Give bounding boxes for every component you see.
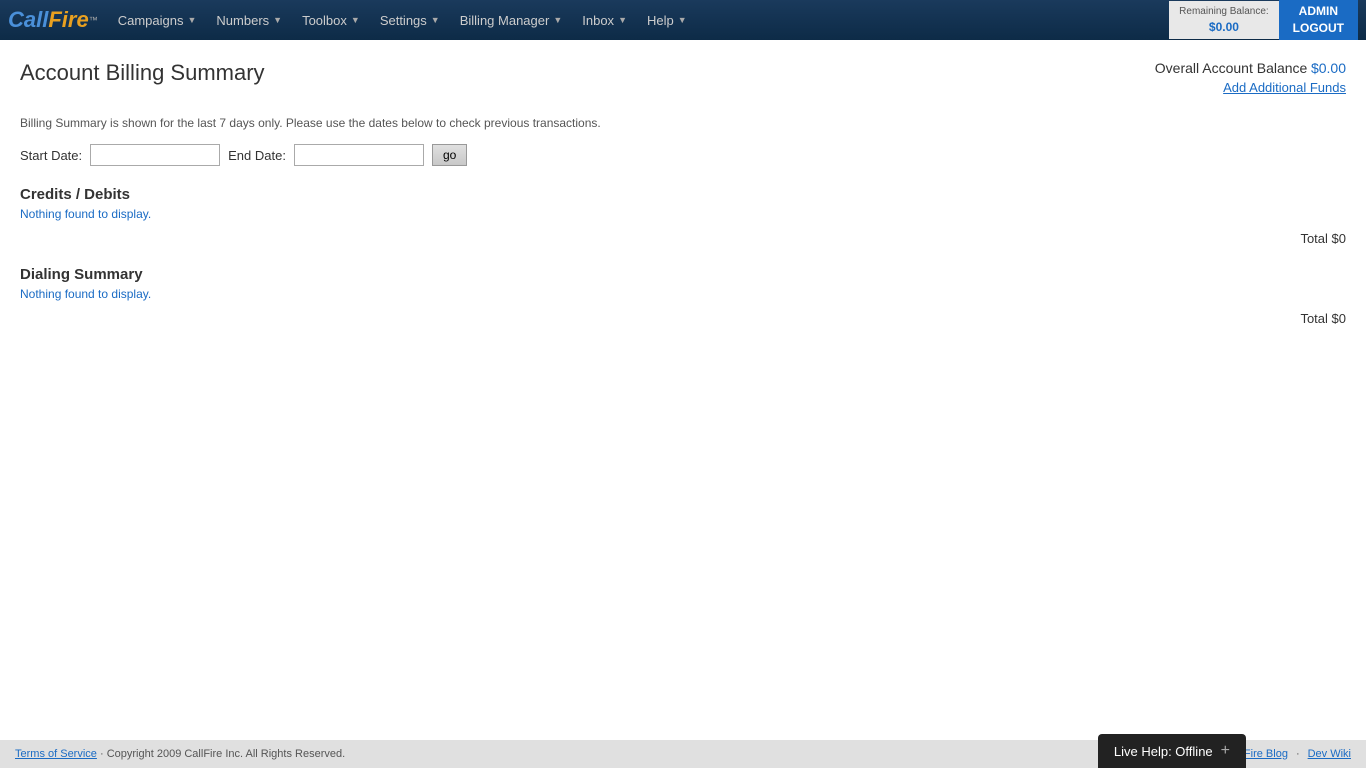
add-additional-funds-link[interactable]: Add Additional Funds <box>1155 80 1346 95</box>
logo[interactable]: CallFire™ <box>8 7 98 33</box>
navbar: CallFire™ Campaigns▼ Numbers▼ Toolbox▼ S… <box>0 0 1366 40</box>
credits-debits-section: Credits / Debits Nothing found to displa… <box>20 186 1346 246</box>
chevron-down-icon: ▼ <box>351 15 360 25</box>
nav-help[interactable]: Help▼ <box>637 0 697 40</box>
account-balance-area: Overall Account Balance $0.00 Add Additi… <box>1155 60 1346 95</box>
logo-tm: ™ <box>89 15 98 25</box>
remaining-balance-amount: $0.00 <box>1179 19 1269 36</box>
dev-wiki-link[interactable]: Dev Wiki <box>1308 748 1351 760</box>
page-title: Account Billing Summary <box>20 60 1346 86</box>
chevron-down-icon: ▼ <box>187 15 196 25</box>
footer-left: Terms of Service · Copyright 2009 CallFi… <box>15 748 345 760</box>
dialing-total: Total $0 <box>20 311 1346 326</box>
end-date-label: End Date: <box>228 148 286 163</box>
live-help-widget[interactable]: Live Help: Offline + <box>1098 734 1246 768</box>
live-help-label: Live Help: Offline <box>1114 744 1213 759</box>
credits-total: Total $0 <box>20 231 1346 246</box>
chevron-down-icon: ▼ <box>431 15 440 25</box>
credits-debits-empty: Nothing found to display. <box>20 207 1346 221</box>
footer-copyright: · Copyright 2009 CallFire Inc. All Right… <box>100 748 345 760</box>
remaining-balance: Remaining Balance: $0.00 <box>1169 1 1279 40</box>
date-filter: Start Date: End Date: go <box>20 144 1346 166</box>
dialing-summary-title: Dialing Summary <box>20 266 1346 283</box>
chevron-down-icon: ▼ <box>618 15 627 25</box>
start-date-input[interactable] <box>90 144 220 166</box>
chevron-down-icon: ▼ <box>273 15 282 25</box>
chevron-down-icon: ▼ <box>678 15 687 25</box>
end-date-input[interactable] <box>294 144 424 166</box>
logo-fire: Fire <box>48 7 88 33</box>
nav-right: Remaining Balance: $0.00 ADMIN LOGOUT <box>1169 0 1358 40</box>
chevron-down-icon: ▼ <box>553 15 562 25</box>
start-date-label: Start Date: <box>20 148 82 163</box>
main-content: Account Billing Summary Overall Account … <box>0 40 1366 740</box>
go-button[interactable]: go <box>432 144 467 166</box>
nav-numbers[interactable]: Numbers▼ <box>206 0 292 40</box>
dialing-summary-section: Dialing Summary Nothing found to display… <box>20 266 1346 326</box>
nav-billing-manager[interactable]: Billing Manager▼ <box>450 0 573 40</box>
nav-settings[interactable]: Settings▼ <box>370 0 450 40</box>
nav-items: Campaigns▼ Numbers▼ Toolbox▼ Settings▼ B… <box>108 0 1169 40</box>
dialing-summary-empty: Nothing found to display. <box>20 287 1346 301</box>
plus-icon: + <box>1221 742 1230 760</box>
nav-campaigns[interactable]: Campaigns▼ <box>108 0 207 40</box>
logo-call: Call <box>8 7 48 33</box>
admin-logout-button[interactable]: ADMIN LOGOUT <box>1279 0 1358 40</box>
overall-balance-amount: $0.00 <box>1311 60 1346 76</box>
nav-toolbox[interactable]: Toolbox▼ <box>292 0 370 40</box>
nav-inbox[interactable]: Inbox▼ <box>572 0 637 40</box>
overall-balance-line: Overall Account Balance $0.00 <box>1155 60 1346 76</box>
billing-note: Billing Summary is shown for the last 7 … <box>20 116 1346 130</box>
overall-balance-label: Overall Account Balance <box>1155 60 1308 76</box>
credits-debits-title: Credits / Debits <box>20 186 1346 203</box>
remaining-balance-label: Remaining Balance: <box>1179 5 1269 19</box>
terms-of-service-link[interactable]: Terms of Service <box>15 748 97 760</box>
